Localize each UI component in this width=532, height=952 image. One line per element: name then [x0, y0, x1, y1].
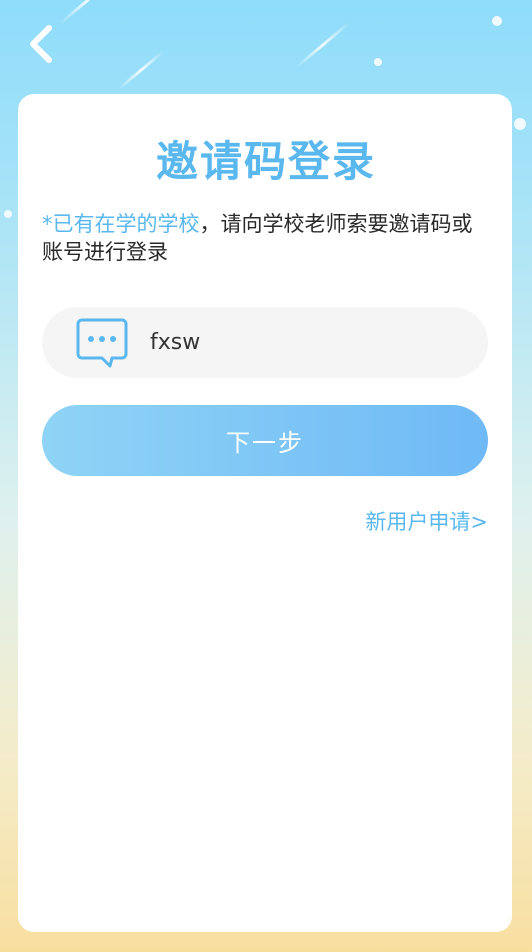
- decorative-streak: [295, 21, 351, 69]
- decorative-dot: [374, 58, 382, 66]
- hint-highlight: *已有在学的学校: [42, 212, 200, 236]
- decorative-streak: [59, 0, 115, 25]
- message-bubble-icon: [76, 318, 128, 368]
- screen: 邀请码登录 *已有在学的学校，请向学校老师索要邀请码或账号进行登录 下一步 新用…: [0, 0, 532, 952]
- new-user-apply-link[interactable]: 新用户申请>: [365, 506, 488, 536]
- decorative-dot: [4, 210, 12, 218]
- decorative-dot: [492, 16, 502, 26]
- invite-code-input[interactable]: [150, 307, 458, 378]
- instruction-text: *已有在学的学校，请向学校老师索要邀请码或账号进行登录: [42, 210, 482, 266]
- page-title: 邀请码登录: [155, 137, 376, 186]
- invite-code-field[interactable]: [42, 307, 488, 378]
- decorative-streak: [117, 49, 165, 91]
- back-button[interactable]: [22, 24, 62, 64]
- next-step-button[interactable]: 下一步: [42, 405, 488, 476]
- chevron-left-icon: [30, 25, 52, 63]
